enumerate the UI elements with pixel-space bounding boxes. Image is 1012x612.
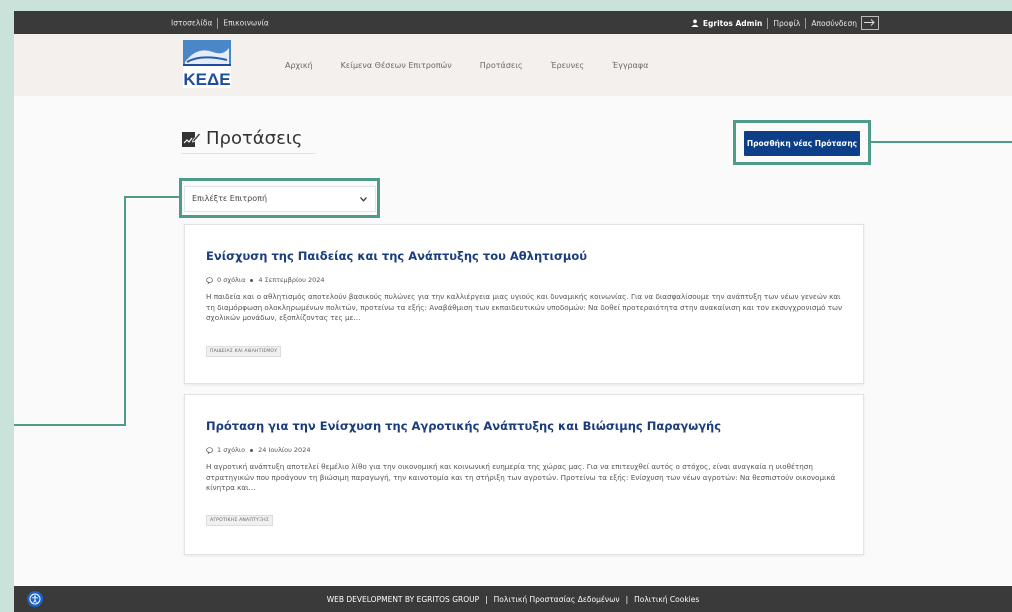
logo-text: ΚΕΔΕ: [183, 70, 230, 88]
user-name[interactable]: Egritos Admin: [703, 19, 762, 28]
page-title: Προτάσεις: [206, 128, 303, 149]
post-date: 24 Ιουλίου 2024: [258, 446, 311, 454]
divider: [767, 17, 769, 29]
chevron-down-icon: [360, 197, 367, 202]
callout-line: [126, 196, 180, 198]
page-header: Προτάσεις: [181, 128, 302, 149]
footer: WEB DEVELOPMENT BY EGRITOS GROUP | Πολιτ…: [14, 586, 1012, 612]
user-icon: [691, 19, 699, 27]
footer-cookies-link[interactable]: Πολιτική Cookies: [634, 595, 699, 604]
comment-count[interactable]: 0 σχόλια: [217, 276, 245, 284]
nav-item-proposals[interactable]: Προτάσεις: [480, 61, 523, 70]
divider: |: [485, 594, 488, 604]
post-excerpt: Η παιδεία και ο αθλητισμός αποτελούν βασ…: [206, 292, 843, 322]
comment-count[interactable]: 1 σχόλιο: [217, 446, 245, 454]
top-link-contact[interactable]: Επικοινωνία: [223, 19, 268, 28]
title-divider: [181, 153, 316, 154]
top-link-website[interactable]: Ιστοσελίδα: [171, 19, 212, 28]
edit-document-icon: [182, 131, 201, 147]
divider: |: [625, 594, 629, 604]
separator-dot: [250, 278, 254, 282]
callout-line: [124, 196, 126, 426]
callout-line: [871, 141, 1012, 143]
committee-select-value: Επιλέξτε Επιτροπή: [192, 194, 268, 203]
kede-logo[interactable]: ΚΕΔΕ: [183, 40, 231, 88]
nav-item-documents[interactable]: Έγγραφα: [612, 61, 648, 70]
post-card: Πρόταση για την Ενίσχυση της Αγροτικής Α…: [184, 394, 864, 555]
logout-link[interactable]: Αποσύνδεση: [811, 19, 857, 28]
post-title[interactable]: Πρόταση για την Ενίσχυση της Αγροτικής Α…: [206, 419, 721, 433]
nav-item-surveys[interactable]: Έρευνες: [551, 61, 585, 70]
category-tag[interactable]: ΑΓΡΟΤΙΚΗΣ ΑΝΑΠΤΥΞΗΣ: [206, 515, 273, 526]
callout-line: [14, 424, 126, 426]
post-meta: 0 σχόλια 4 Σεπτεμβρίου 2024: [206, 276, 325, 284]
category-tag[interactable]: ΠΑΙΔΕΙΑΣ ΚΑΙ ΑΘΛΗΤΙΣΜΟΥ: [206, 346, 282, 357]
post-meta: 1 σχόλιο 24 Ιουλίου 2024: [206, 446, 310, 454]
profile-link[interactable]: Προφίλ: [773, 19, 800, 28]
footer-credit[interactable]: WEB DEVELOPMENT BY EGRITOS GROUP: [327, 595, 479, 604]
footer-privacy-link[interactable]: Πολιτική Προστασίας Δεδομένων: [494, 595, 620, 604]
nav-item-committee-texts[interactable]: Κείμενα Θέσεων Επιτροπών: [341, 61, 452, 70]
comment-icon: [206, 446, 213, 454]
post-excerpt: Η αγροτική ανάπτυξη αποτελεί θεμέλιο λίθ…: [206, 462, 836, 492]
logout-icon[interactable]: [861, 16, 879, 30]
top-bar: Ιστοσελίδα Επικοινωνία Egritos Admin Προφ…: [14, 11, 1012, 34]
comment-icon: [206, 276, 213, 284]
separator-dot: [250, 448, 254, 452]
committee-select[interactable]: Επιλέξτε Επιτροπή: [184, 186, 376, 212]
post-date: 4 Σεπτεμβρίου 2024: [258, 276, 325, 284]
nav-item-home[interactable]: Αρχική: [285, 61, 313, 70]
accessibility-icon[interactable]: [27, 591, 43, 607]
post-card: Ενίσχυση της Παιδείας και της Ανάπτυξης …: [184, 224, 864, 384]
page: Ιστοσελίδα Επικοινωνία Egritos Admin Προφ…: [14, 11, 1012, 612]
divider: [805, 17, 807, 29]
post-title[interactable]: Ενίσχυση της Παιδείας και της Ανάπτυξης …: [206, 249, 587, 263]
add-proposal-button[interactable]: Προσθήκη νέας Πρότασης: [744, 131, 860, 156]
divider: [217, 18, 219, 29]
main-nav: ΚΕΔΕ Αρχική Κείμενα Θέσεων Επιτροπών Προ…: [14, 34, 1012, 96]
